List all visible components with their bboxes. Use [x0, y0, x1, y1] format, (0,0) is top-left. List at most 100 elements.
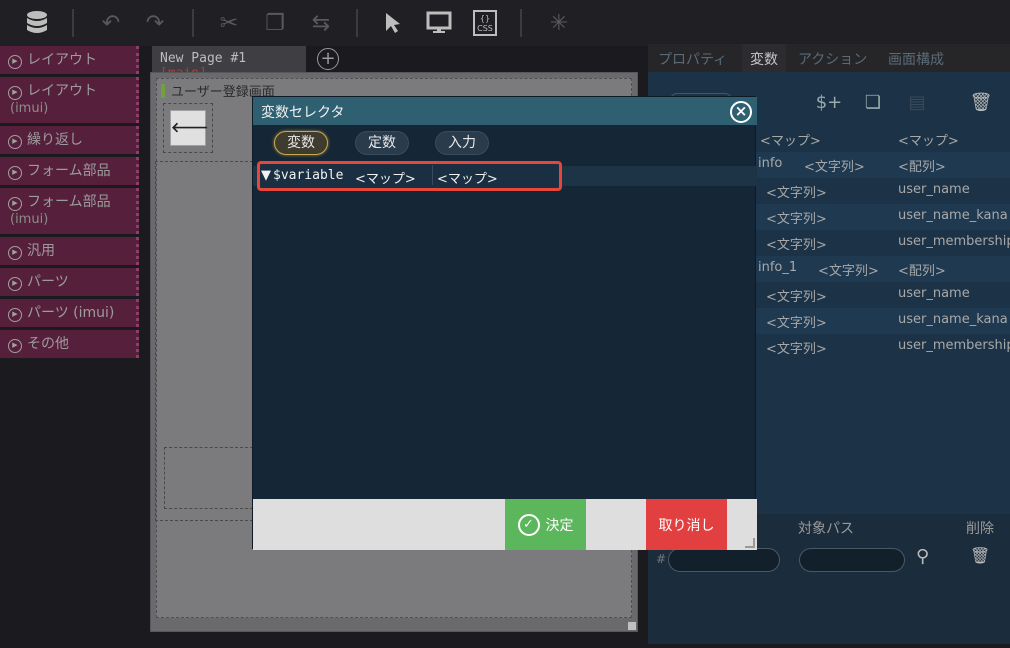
- var-type: <文字列>: [766, 290, 827, 305]
- var-type: <文字列>: [804, 160, 865, 175]
- toolbar-separator: [356, 9, 358, 37]
- target-path-header: 対象パス: [798, 521, 854, 537]
- title-marker: [161, 84, 165, 98]
- cancel-button[interactable]: 取り消し: [646, 499, 727, 550]
- target-path-input[interactable]: [799, 548, 905, 572]
- var-type: <文字列>: [766, 316, 827, 331]
- palette-item-parts[interactable]: ▶ パーツ: [0, 268, 139, 296]
- palette-item-layout-imui[interactable]: ▶ レイアウト (imui): [0, 77, 139, 123]
- tab-variables[interactable]: 変数: [742, 44, 786, 72]
- palette-item-form-imui[interactable]: ▶ フォーム部品 (imui): [0, 188, 139, 234]
- css-icon[interactable]: {} CSS: [468, 6, 502, 40]
- css-label: CSS: [477, 24, 493, 33]
- var-value: user_membership: [898, 234, 1010, 249]
- var-name: info_1: [758, 260, 798, 275]
- segment-variable[interactable]: 変数: [274, 131, 328, 155]
- var-type: <文字列>: [818, 264, 879, 279]
- palette-item-label: パーツ (imui): [27, 305, 115, 321]
- close-icon[interactable]: ×: [730, 101, 752, 123]
- toolbar-separator: [520, 9, 522, 37]
- component-palette: ▶ レイアウト ▶ レイアウト (imui) ▶ 繰り返し ▶ フォーム部品 ▶ フォーム部…: [0, 44, 140, 358]
- palette-item-generic[interactable]: ▶ 汎用: [0, 237, 139, 265]
- segment-constant[interactable]: 定数: [355, 131, 409, 155]
- play-circle-icon: ▶: [8, 166, 22, 180]
- play-circle-icon: ▶: [8, 339, 22, 353]
- add-page-icon[interactable]: +: [317, 48, 339, 70]
- var-value: <配列>: [898, 264, 946, 279]
- var-name: info: [758, 156, 783, 171]
- delete-header: 削除: [966, 521, 994, 537]
- palette-item-sublabel: (imui): [10, 101, 49, 116]
- palette-item-other[interactable]: ▶ その他: [0, 330, 139, 358]
- var-type: <文字列>: [766, 186, 827, 201]
- var-type: <文字列>: [766, 212, 827, 227]
- palette-item-label: フォーム部品: [27, 194, 111, 210]
- dialog-title-bar[interactable]: 変数セレクタ ×: [253, 97, 757, 125]
- variable-type: <マップ>: [355, 172, 416, 187]
- var-value: <マップ>: [898, 134, 959, 149]
- var-value: user_name: [898, 182, 970, 197]
- back-button-container[interactable]: 🡐: [163, 103, 213, 153]
- check-circle-icon: ✓: [517, 513, 540, 536]
- ok-button[interactable]: ✓ 決定: [505, 499, 586, 550]
- tab-screen-structure[interactable]: 画面構成: [888, 44, 944, 72]
- play-circle-icon: ▶: [8, 197, 22, 211]
- cut-icon[interactable]: ✂: [212, 6, 246, 40]
- play-circle-icon: ▶: [8, 55, 22, 69]
- palette-item-label: 汎用: [27, 243, 55, 259]
- var-name: <マップ>: [760, 134, 821, 149]
- key-input[interactable]: [668, 548, 780, 572]
- copy-variable-icon[interactable]: ❏: [858, 92, 888, 122]
- palette-item-label: レイアウト: [27, 83, 97, 99]
- add-variable-icon[interactable]: $+: [814, 92, 844, 122]
- page-tab-label: New Page #1: [160, 51, 247, 66]
- hash-label: #: [656, 552, 667, 566]
- palette-item-form[interactable]: ▶ フォーム部品: [0, 157, 139, 185]
- play-circle-icon: ▶: [8, 308, 22, 322]
- search-icon[interactable]: ⚲: [916, 546, 929, 567]
- toolbar-separator: [72, 9, 74, 37]
- tab-actions[interactable]: アクション: [798, 44, 867, 72]
- copy-icon[interactable]: ❐: [258, 6, 292, 40]
- play-circle-icon: ▶: [8, 86, 22, 100]
- palette-item-layout[interactable]: ▶ レイアウト: [0, 46, 139, 74]
- segment-input[interactable]: 入力: [435, 131, 489, 155]
- page-tab[interactable]: New Page #1 [main]: [152, 46, 306, 81]
- palette-item-parts-imui[interactable]: ▶ パーツ (imui): [0, 299, 139, 327]
- var-value: <配列>: [898, 160, 946, 175]
- play-circle-icon: ▶: [8, 277, 22, 291]
- variable-name: $variable: [273, 168, 344, 183]
- select-cursor-icon[interactable]: [376, 6, 410, 40]
- tab-properties[interactable]: プロパティ: [658, 44, 727, 72]
- ok-label: 決定: [545, 517, 574, 534]
- trash-icon[interactable]: 🗑: [966, 92, 996, 122]
- variable-value: <マップ>: [437, 172, 498, 187]
- redo-icon[interactable]: ↷: [138, 6, 172, 40]
- resize-handle[interactable]: [745, 538, 755, 548]
- var-value: user_name: [898, 286, 970, 301]
- palette-item-repeat[interactable]: ▶ 繰り返し: [0, 126, 139, 154]
- palette-item-label: 繰り返し: [27, 132, 83, 148]
- back-arrow-icon[interactable]: 🡐: [170, 110, 209, 146]
- toolbar-separator: [192, 9, 194, 37]
- paste-variable-icon[interactable]: ▤: [902, 92, 932, 122]
- trash-icon[interactable]: 🗑: [970, 546, 990, 565]
- palette-item-label: フォーム部品: [27, 163, 111, 179]
- play-circle-icon: ▶: [8, 246, 22, 260]
- expand-toggle-icon[interactable]: ▼: [261, 168, 271, 183]
- variable-tree-row[interactable]: ▼ $variable <マップ> <マップ>: [257, 161, 562, 191]
- var-type: <文字列>: [766, 342, 827, 357]
- dialog-footer: ✓ 決定 取り消し: [253, 499, 757, 550]
- loading-icon: ✳: [549, 10, 569, 36]
- database-icon[interactable]: [20, 6, 54, 40]
- play-circle-icon: ▶: [8, 135, 22, 149]
- var-value: user_name_kana: [898, 208, 1008, 223]
- palette-item-label: パーツ: [27, 274, 69, 290]
- monitor-icon[interactable]: [422, 6, 456, 40]
- undo-icon[interactable]: ↶: [94, 6, 128, 40]
- scrollbar[interactable]: [628, 622, 636, 630]
- toolbar: ↶ ↷ ✂ ❐ ⇆ {} CSS ✳: [0, 0, 1010, 46]
- cancel-label: 取り消し: [658, 517, 715, 534]
- paste-icon[interactable]: ⇆: [304, 6, 338, 40]
- palette-item-label: その他: [27, 336, 69, 352]
